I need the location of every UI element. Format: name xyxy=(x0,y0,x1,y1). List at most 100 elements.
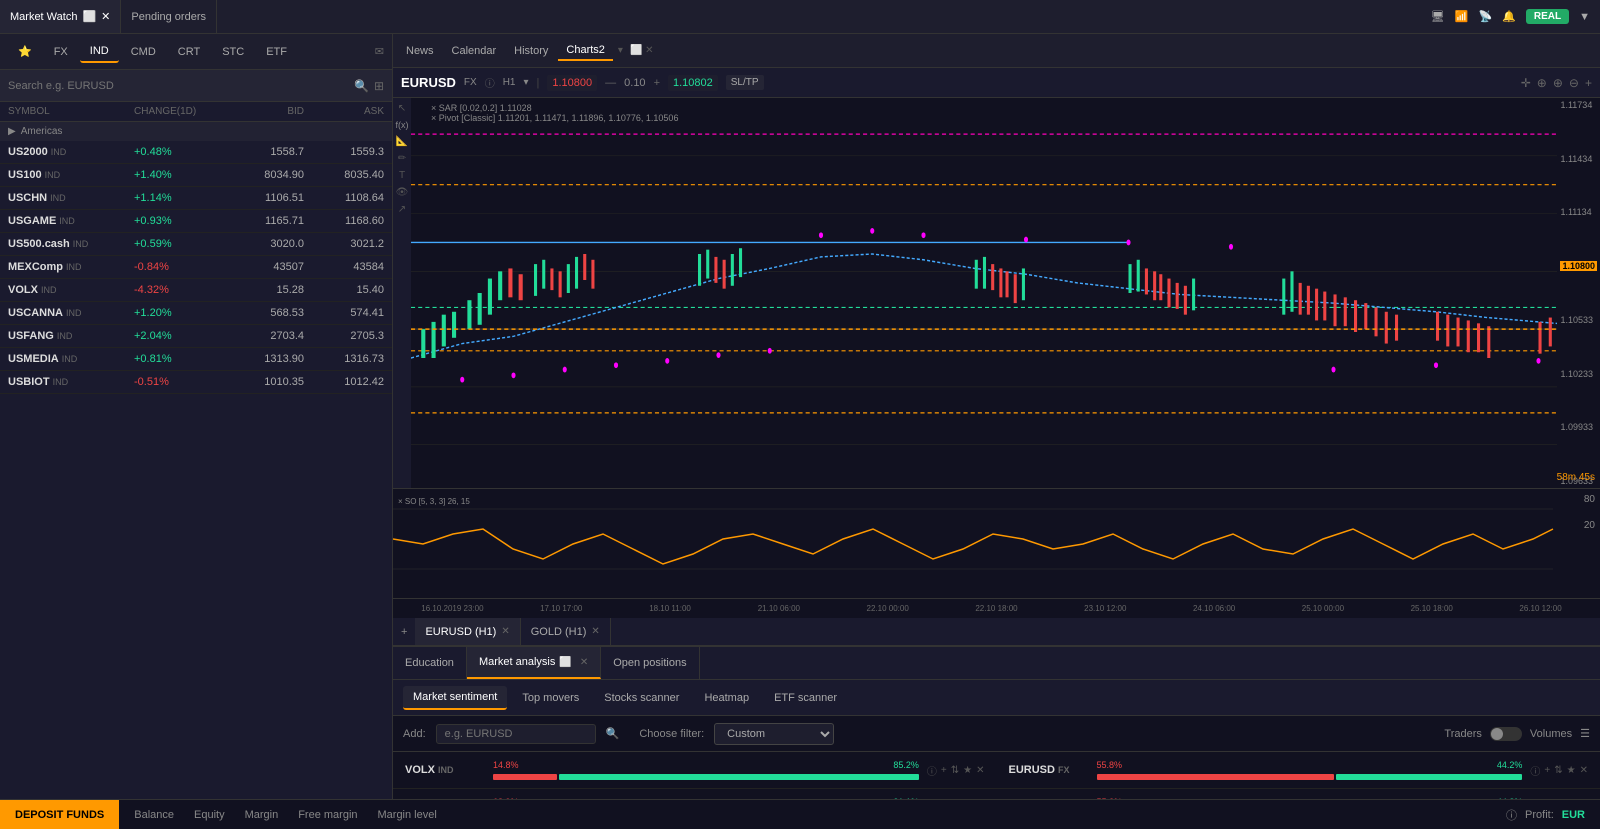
chart-symbol: EURUSD xyxy=(401,75,456,90)
chart-indicators: × SAR [0.02,0.2] 1.11028 × Pivot [Classi… xyxy=(431,103,678,123)
time-remaining: 58m 45s xyxy=(1557,472,1595,483)
table-row[interactable]: VOLXIND -4.32% 15.28 15.40 xyxy=(0,279,392,302)
table-row[interactable]: US100IND +1.40% 8034.90 8035.40 xyxy=(0,164,392,187)
chart-window-label-gold: GOLD (H1) xyxy=(531,626,587,638)
group-header-americas: ▶ Americas xyxy=(0,122,392,141)
footer: DEPOSIT FUNDS Balance Equity Margin Free… xyxy=(0,799,1600,829)
add-symbol-input[interactable] xyxy=(436,724,596,744)
chart-tab-news[interactable]: News xyxy=(398,42,442,60)
chart-tag: FX xyxy=(464,77,477,88)
time-label-7: 24.10 06:00 xyxy=(1160,604,1269,613)
add-chart-icon[interactable]: + xyxy=(1585,76,1592,90)
col-bid: BID xyxy=(224,106,304,117)
table-row[interactable]: US2000IND +0.48% 1558.7 1559.3 xyxy=(0,141,392,164)
chart-window-gold[interactable]: GOLD (H1) ✕ xyxy=(521,618,611,645)
close-eurusd-icon[interactable]: ✕ xyxy=(501,626,509,637)
sp-tab-stocks-scanner[interactable]: Stocks scanner xyxy=(594,687,689,709)
filter-bar: Add: 🔍 Choose filter: Custom All FX Indi… xyxy=(393,716,1600,752)
chart-window-eurusd[interactable]: EURUSD (H1) ✕ xyxy=(415,618,520,645)
sp-tab-heatmap[interactable]: Heatmap xyxy=(694,687,759,709)
deposit-funds-button[interactable]: DEPOSIT FUNDS xyxy=(0,800,119,829)
mw-category-tabs: ⭐ FX IND CMD CRT STC ETF ✉ xyxy=(0,34,392,70)
pen-icon[interactable]: ✏ xyxy=(398,153,406,164)
btab-education[interactable]: Education xyxy=(393,647,467,679)
sentiment-item: GBPUSD FX 68.9% 31.1% ⓘ + ⇅ ★ ✕ xyxy=(393,789,997,799)
close-icon[interactable]: ✕ xyxy=(101,10,110,23)
search-input[interactable] xyxy=(8,80,349,92)
mw-tab-crt[interactable]: CRT xyxy=(168,42,210,62)
sentiment-grid: VOLX IND 14.8% 85.2% ⓘ + ⇅ ★ ✕ EURUSD FX… xyxy=(393,752,1600,799)
grid-icon[interactable]: ⊞ xyxy=(374,79,384,93)
close-gold-icon[interactable]: ✕ xyxy=(591,626,599,637)
price-buy: 1.10802 xyxy=(668,75,718,91)
market-watch-tab-label: Market Watch xyxy=(10,11,77,23)
table-row[interactable]: US500.cashIND +0.59% 3020.0 3021.2 xyxy=(0,233,392,256)
sub-panel: Market sentiment Top movers Stocks scann… xyxy=(393,680,1600,799)
account-selector[interactable]: ▼ xyxy=(1579,11,1590,23)
table-row[interactable]: MEXCompIND -0.84% 43507 43584 xyxy=(0,256,392,279)
mw-tab-ind[interactable]: IND xyxy=(80,41,119,63)
info-icon[interactable]: ⓘ xyxy=(485,75,495,90)
toggle-knob xyxy=(1491,728,1503,740)
mw-tab-etf[interactable]: ETF xyxy=(256,42,297,62)
bell-icon[interactable]: 🔔 xyxy=(1502,10,1516,23)
top-bar-right: 🖥 📶 📡 🔔 REAL ▼ xyxy=(1431,9,1600,24)
bottom-tabs: Education Market analysis ⬜ ✕ Open posit… xyxy=(393,646,1600,680)
sp-tab-etf-scanner[interactable]: ETF scanner xyxy=(764,687,847,709)
price-level-l1: 1.10533 xyxy=(1560,315,1597,325)
price-level-current: 1.10800 xyxy=(1560,261,1597,271)
time-label-5: 22.10 18:00 xyxy=(942,604,1051,613)
add-chart-window-button[interactable]: + xyxy=(393,626,415,638)
zoom-out-icon[interactable]: ⊖ xyxy=(1569,76,1579,90)
envelope-icon[interactable]: ✉ xyxy=(375,45,384,58)
layout-icon[interactable]: ☰ xyxy=(1580,727,1590,740)
table-row[interactable]: USFANGIND +2.04% 2703.4 2705.3 xyxy=(0,325,392,348)
crosshair-icon[interactable]: ✛ xyxy=(1521,76,1531,90)
sentiment-item: USDJPY FX 55.2% 44.8% ⓘ + ⇅ ★ ✕ xyxy=(997,789,1600,799)
share-icon[interactable]: ↗ xyxy=(398,204,406,215)
text-icon[interactable]: T xyxy=(399,170,405,181)
table-row[interactable]: USGAMEIND +0.93% 1165.71 1168.60 xyxy=(0,210,392,233)
mw-tab-stc[interactable]: STC xyxy=(212,42,254,62)
chart-tab-charts2[interactable]: Charts2 xyxy=(558,41,613,61)
table-row[interactable]: USCHNIND +1.14% 1106.51 1108.64 xyxy=(0,187,392,210)
btab-market-analysis[interactable]: Market analysis ⬜ ✕ xyxy=(467,647,601,679)
draw-icon[interactable]: 📐 xyxy=(396,136,408,147)
search-bar: 🔍 ⊞ xyxy=(0,70,392,102)
chart-nav-tabs: News Calendar History Charts2 ▾ ⬜ ✕ xyxy=(393,34,1600,68)
col-symbol: SYMBOL xyxy=(8,106,134,117)
eye-icon[interactable]: 👁 xyxy=(396,187,409,198)
traders-toggle[interactable] xyxy=(1490,727,1522,741)
table-row[interactable]: USBIOTIND -0.51% 1010.35 1012.42 xyxy=(0,371,392,394)
tab-market-watch[interactable]: Market Watch ⬜ ✕ xyxy=(0,0,121,33)
tab-pending-orders[interactable]: Pending orders xyxy=(121,0,217,33)
mw-tab-star[interactable]: ⭐ xyxy=(8,41,42,62)
mw-tab-fx[interactable]: FX xyxy=(44,42,78,62)
time-label-6: 23.10 12:00 xyxy=(1051,604,1160,613)
chart-tab-calendar[interactable]: Calendar xyxy=(444,42,505,60)
oscillator-svg: × SO [5, 3, 3] 26, 15 xyxy=(393,489,1600,598)
chart-main: × SAR [0.02,0.2] 1.11028 × Pivot [Classi… xyxy=(411,98,1600,488)
mw-tab-cmd[interactable]: CMD xyxy=(121,42,166,62)
table-row[interactable]: USCANNAIND +1.20% 568.53 574.41 xyxy=(0,302,392,325)
table-row[interactable]: USMEDIAIND +0.81% 1313.90 1316.73 xyxy=(0,348,392,371)
footer-equity: Equity xyxy=(194,809,225,821)
filter-select[interactable]: Custom All FX Indices Commodities xyxy=(714,723,834,745)
chart-tab-history[interactable]: History xyxy=(506,42,556,60)
btab-open-positions[interactable]: Open positions xyxy=(601,647,699,679)
magnet-icon[interactable]: ⊕ xyxy=(1537,76,1547,90)
cursor-icon[interactable]: ↖ xyxy=(398,103,406,114)
charts-dropdown-icon[interactable]: ▾ xyxy=(618,45,623,56)
sltp-button[interactable]: SL/TP xyxy=(726,75,764,90)
price-level-l3: 1.09933 xyxy=(1560,422,1597,432)
tf-dropdown[interactable]: ▾ xyxy=(523,77,528,88)
zoom-in-icon[interactable]: ⊕ xyxy=(1553,76,1563,90)
left-panel: ⭐ FX IND CMD CRT STC ETF ✉ 🔍 ⊞ SYMBOL CH… xyxy=(0,34,393,799)
sp-tab-sentiment[interactable]: Market sentiment xyxy=(403,686,507,710)
market-analysis-close-icon[interactable]: ✕ xyxy=(580,657,588,668)
chart-area-wrapper: ↖ f(x) 📐 ✏ T 👁 ↗ × SAR [0.02,0.2] 1.1102… xyxy=(393,98,1600,799)
sp-tab-top-movers[interactable]: Top movers xyxy=(512,687,589,709)
col-ask: ASK xyxy=(304,106,384,117)
profit-icon: ⓘ xyxy=(1506,807,1517,823)
add-search-icon[interactable]: 🔍 xyxy=(606,727,620,740)
